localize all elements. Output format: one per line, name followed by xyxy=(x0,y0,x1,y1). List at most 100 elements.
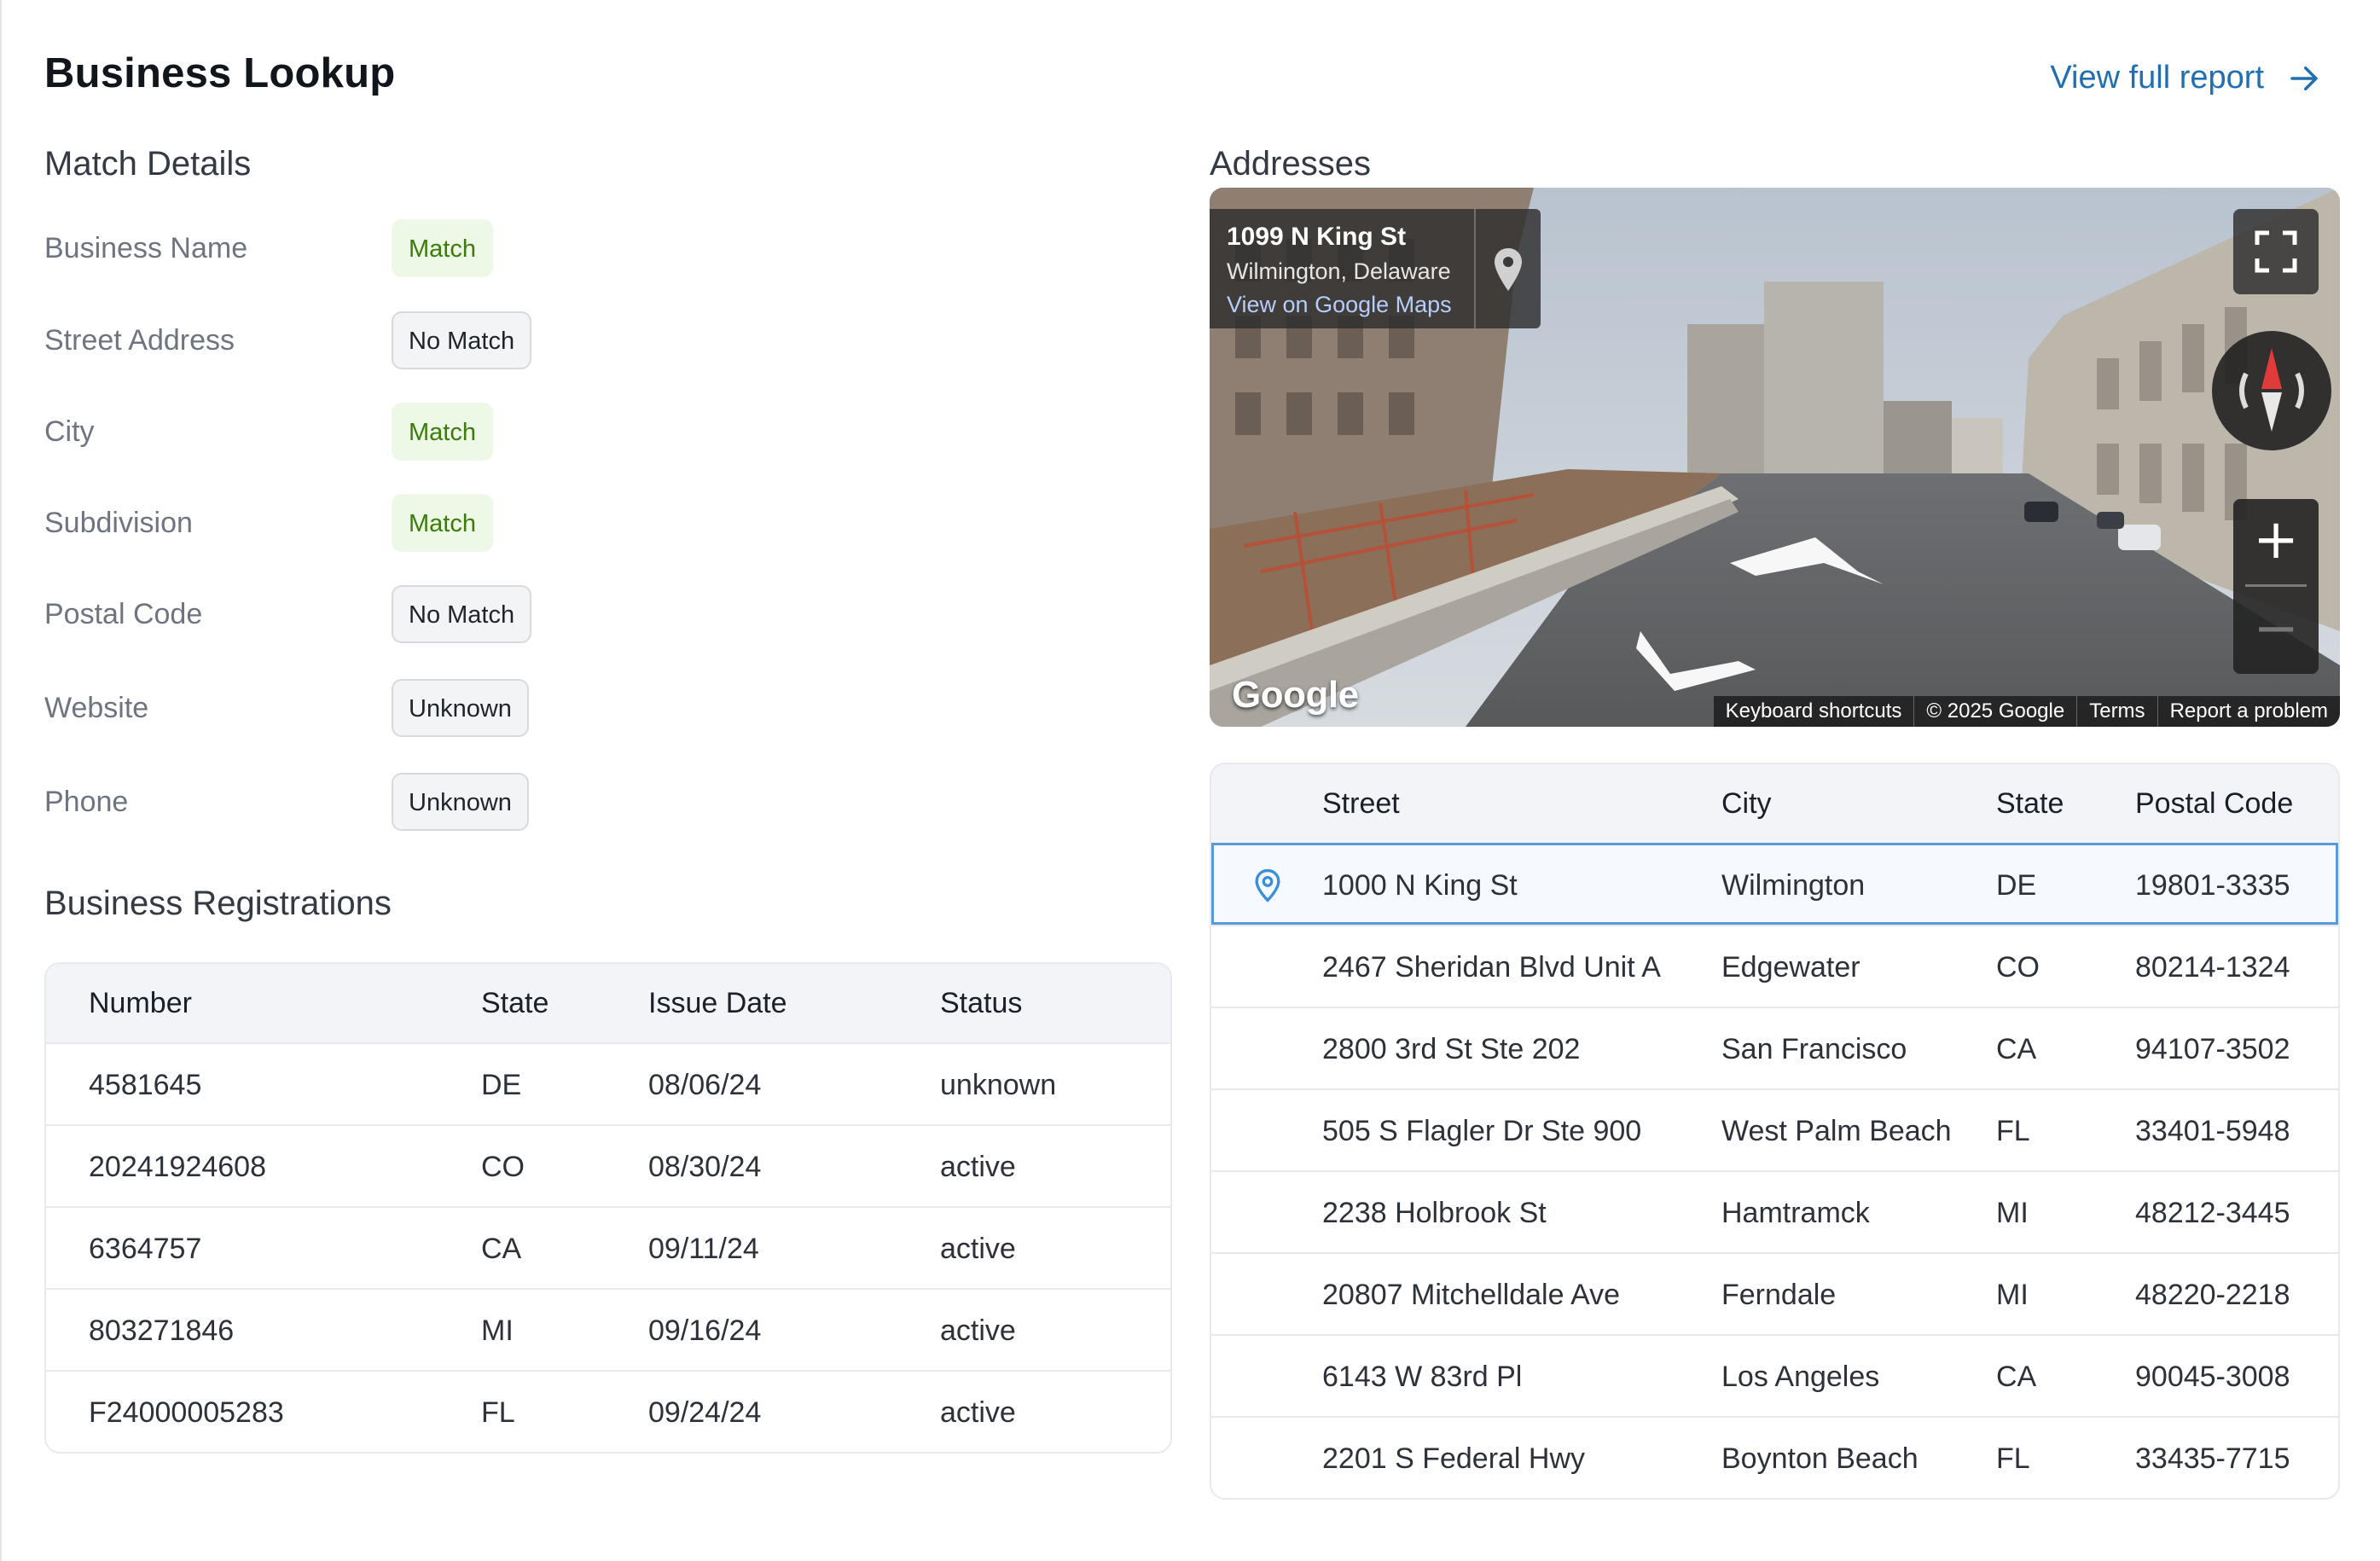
address-postal-code-cell: 48220-2218 xyxy=(2135,1279,2290,1311)
street-view-panorama[interactable]: 1099 N King St Wilmington, Delaware View… xyxy=(1210,188,2340,727)
view-full-report-label: View full report xyxy=(2050,60,2264,96)
terms-link[interactable]: Terms xyxy=(2076,696,2157,727)
table-row[interactable]: 505 S Flagler Dr Ste 900 West Palm Beach F… xyxy=(1211,1088,2338,1170)
match-status-badge: Match xyxy=(392,219,493,277)
page-edge-divider xyxy=(0,0,2,1561)
registration-state-cell: CA xyxy=(481,1233,522,1265)
address-postal-code-cell: 19801-3335 xyxy=(2135,869,2290,902)
match-status-badge: Unknown xyxy=(392,679,529,737)
report-problem-link[interactable]: Report a problem xyxy=(2157,696,2340,727)
match-field-label: Business Name xyxy=(44,231,248,264)
table-row[interactable]: 6143 W 83rd Pl Los Angeles CA 90045-3008 xyxy=(1211,1334,2338,1416)
match-field-label: City xyxy=(44,415,95,448)
match-row: Business Name Match xyxy=(44,218,812,278)
address-city-cell: Ferndale xyxy=(1721,1279,1837,1311)
zoom-controls: + − xyxy=(2233,499,2319,674)
column-header-status: Status xyxy=(940,987,1023,1019)
address-street-cell: 1000 N King St xyxy=(1322,869,1518,902)
column-header-city: City xyxy=(1721,787,1772,820)
copyright-text: © 2025 Google xyxy=(1913,696,2076,727)
match-row: Street Address No Match xyxy=(44,310,812,370)
table-row[interactable]: 2467 Sheridan Blvd Unit A Edgewater CO 8021… xyxy=(1211,925,2338,1007)
addresses-title: Addresses xyxy=(1210,145,1371,183)
address-street-cell: 2800 3rd St Ste 202 xyxy=(1322,1033,1581,1065)
registration-number-cell: 20241924608 xyxy=(89,1151,267,1183)
view-on-google-maps-link[interactable]: View on Google Maps xyxy=(1227,292,1541,318)
business-registrations-title: Business Registrations xyxy=(44,885,392,922)
match-field-label: Street Address xyxy=(44,323,235,357)
registrations-table: Number State Issue Date Status 4581645 DE… xyxy=(44,962,1172,1454)
table-row[interactable]: 4581645 DE 08/06/24 unknown xyxy=(46,1042,1170,1124)
address-state-cell: CO xyxy=(1996,951,2040,984)
registration-number-cell: F24000005283 xyxy=(89,1396,284,1429)
table-row[interactable]: 20241924608 CO 08/30/24 active xyxy=(46,1124,1170,1206)
registration-issue-date-cell: 09/16/24 xyxy=(648,1314,762,1347)
map-pin-icon xyxy=(1255,868,1280,902)
column-header-number: Number xyxy=(89,987,192,1019)
registration-state-cell: MI xyxy=(481,1314,514,1347)
address-state-cell: MI xyxy=(1996,1197,2029,1229)
address-street-cell: 2467 Sheridan Blvd Unit A xyxy=(1322,951,1661,984)
address-street-cell: 2238 Holbrook St xyxy=(1322,1197,1547,1229)
column-header-postal-code: Postal Code xyxy=(2135,787,2294,820)
match-row: Postal Code No Match xyxy=(44,584,812,644)
fullscreen-button[interactable] xyxy=(2233,209,2319,294)
registration-number-cell: 803271846 xyxy=(89,1314,235,1347)
table-row[interactable]: 2201 S Federal Hwy Boynton Beach FL 33435-7… xyxy=(1211,1416,2338,1498)
address-state-cell: DE xyxy=(1996,869,2037,902)
zoom-divider xyxy=(2245,584,2307,587)
registration-status-cell: active xyxy=(940,1314,1016,1347)
table-row[interactable]: F24000005283 FL 09/24/24 active xyxy=(46,1370,1170,1452)
match-field-label: Subdivision xyxy=(44,506,193,539)
fullscreen-icon xyxy=(2255,230,2297,273)
zoom-in-button[interactable]: + xyxy=(2233,499,2319,584)
address-state-cell: FL xyxy=(1996,1442,2030,1475)
registration-status-cell: active xyxy=(940,1233,1016,1265)
map-pin-icon[interactable] xyxy=(1491,247,1525,294)
match-row: Subdivision Match xyxy=(44,493,812,553)
page-title: Business Lookup xyxy=(44,50,396,96)
registration-issue-date-cell: 09/11/24 xyxy=(648,1233,759,1265)
registration-state-cell: DE xyxy=(481,1069,522,1101)
address-street-cell: 505 S Flagler Dr Ste 900 xyxy=(1322,1115,1642,1147)
keyboard-shortcuts-link[interactable]: Keyboard shortcuts xyxy=(1714,696,1914,727)
address-state-cell: CA xyxy=(1996,1361,2037,1393)
address-city-cell: Hamtramck xyxy=(1721,1197,1870,1229)
address-city-cell: Los Angeles xyxy=(1721,1361,1880,1393)
addresses-table: Street City State Postal Code 1000 N Kin… xyxy=(1210,763,2340,1500)
table-row[interactable]: 2238 Holbrook St Hamtramck MI 48212-3445 xyxy=(1211,1170,2338,1252)
registration-number-cell: 6364757 xyxy=(89,1233,202,1265)
address-postal-code-cell: 94107-3502 xyxy=(2135,1033,2290,1065)
arrow-right-icon xyxy=(2290,66,2318,90)
table-row[interactable]: 6364757 CA 09/11/24 active xyxy=(46,1206,1170,1288)
info-card-divider xyxy=(1474,209,1476,328)
table-row[interactable]: 803271846 MI 09/16/24 active xyxy=(46,1288,1170,1370)
registration-issue-date-cell: 08/30/24 xyxy=(648,1151,762,1183)
address-street-cell: 6143 W 83rd Pl xyxy=(1322,1361,1523,1393)
match-field-label: Postal Code xyxy=(44,597,203,630)
address-postal-code-cell: 90045-3008 xyxy=(2135,1361,2290,1393)
match-status-badge: Unknown xyxy=(392,773,529,831)
address-street-cell: 2201 S Federal Hwy xyxy=(1322,1442,1586,1475)
match-row: City Match xyxy=(44,402,812,461)
zoom-out-button[interactable]: − xyxy=(2233,588,2319,673)
address-city-cell: Edgewater xyxy=(1721,951,1860,984)
registrations-table-header: Number State Issue Date Status xyxy=(46,964,1170,1042)
match-row: Phone Unknown xyxy=(44,772,812,832)
registration-number-cell: 4581645 xyxy=(89,1069,202,1101)
match-status-badge: Match xyxy=(392,494,493,552)
column-header-state: State xyxy=(1996,787,2064,820)
address-state-cell: CA xyxy=(1996,1033,2037,1065)
address-row-selected[interactable]: 1000 N King St Wilmington DE 19801-3335 xyxy=(1211,843,2338,925)
address-state-cell: FL xyxy=(1996,1115,2030,1147)
registration-issue-date-cell: 08/06/24 xyxy=(648,1069,762,1101)
address-city-cell: Wilmington xyxy=(1721,869,1866,902)
address-city-cell: San Francisco xyxy=(1721,1033,1907,1065)
view-full-report-link[interactable]: View full report xyxy=(2050,60,2322,96)
table-row[interactable]: 20807 Mitchelldale Ave Ferndale MI 48220-22… xyxy=(1211,1252,2338,1334)
match-details-title: Match Details xyxy=(44,145,252,183)
table-row[interactable]: 2800 3rd St Ste 202 San Francisco CA 94107-… xyxy=(1211,1007,2338,1088)
match-field-label: Phone xyxy=(44,785,129,818)
column-header-state: State xyxy=(481,987,549,1019)
compass-control[interactable] xyxy=(2212,331,2331,450)
